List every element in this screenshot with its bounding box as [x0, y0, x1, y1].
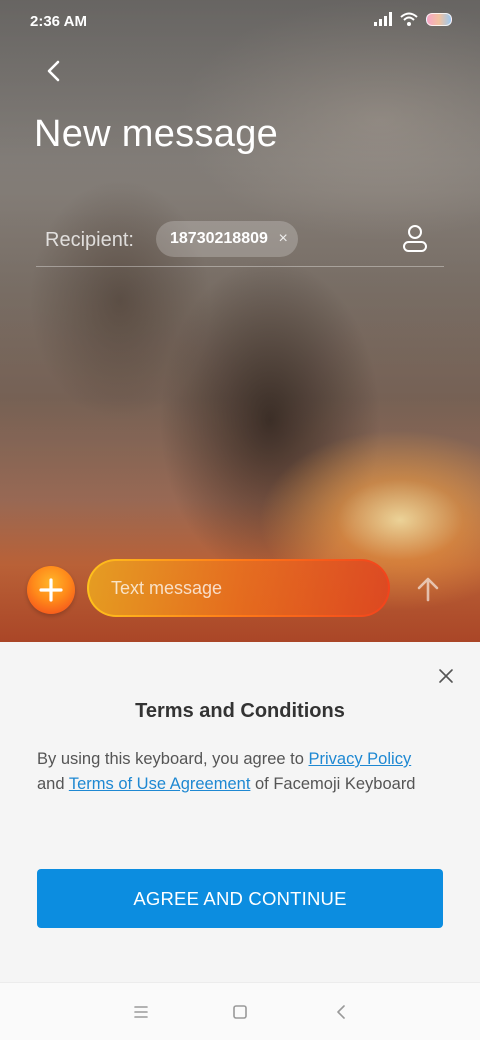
screen: 2:36 AM New message Recipient: 187302188…	[0, 0, 480, 1040]
send-arrow-icon[interactable]	[412, 573, 444, 605]
wifi-icon	[400, 12, 418, 26]
recipient-chip-value: 18730218809	[170, 230, 268, 247]
terms-of-use-link[interactable]: Terms of Use Agreement	[69, 775, 251, 793]
message-input[interactable]: Text message	[87, 559, 390, 617]
recipient-label: Recipient:	[45, 229, 134, 251]
terms-title: Terms and Conditions	[135, 700, 345, 722]
recipient-row[interactable]: Recipient: 18730218809 ×	[36, 218, 444, 267]
contact-icon[interactable]	[400, 223, 430, 253]
plus-icon	[39, 578, 63, 602]
recipient-chip[interactable]: 18730218809 ×	[156, 221, 298, 257]
menu-icon[interactable]	[131, 1002, 151, 1022]
terms-sheet: Terms and Conditions By using this keybo…	[0, 642, 480, 982]
privacy-policy-link[interactable]: Privacy Policy	[309, 750, 412, 768]
home-icon[interactable]	[230, 1002, 250, 1022]
signal-icon	[374, 12, 392, 26]
compose-bar: Text message	[0, 545, 480, 642]
agree-and-continue-button[interactable]: AGREE AND CONTINUE	[37, 869, 443, 928]
battery-icon	[426, 12, 452, 26]
navigation-bar	[0, 982, 480, 1040]
status-bar: 2:36 AM	[0, 0, 480, 44]
add-attachment-button[interactable]	[27, 566, 75, 614]
close-icon[interactable]	[436, 666, 456, 686]
back-icon[interactable]	[331, 1002, 351, 1022]
terms-body: By using this keyboard, you agree to Pri…	[37, 750, 416, 793]
chip-remove-icon[interactable]: ×	[279, 221, 288, 257]
back-arrow-icon[interactable]	[38, 55, 70, 87]
page-title: New message	[34, 113, 279, 155]
status-time: 2:36 AM	[30, 13, 87, 30]
